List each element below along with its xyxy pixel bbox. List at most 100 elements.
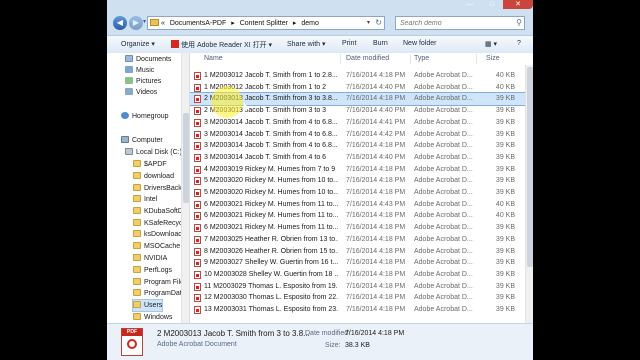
search-box[interactable]: ⚲ xyxy=(395,16,525,30)
refresh-icon[interactable]: ↻ xyxy=(375,18,382,27)
file-row[interactable]: 6 M2003021 Rickey M. Humes from 11 to...… xyxy=(190,222,533,234)
file-row[interactable]: 6 M2003021 Rickey M. Humes from 11 to...… xyxy=(190,210,533,222)
file-row[interactable]: 13 M2003031 Thomas L. Esposito from 23..… xyxy=(190,304,533,316)
breadcrumb-item[interactable]: Content Splitter xyxy=(240,20,288,27)
sidebar-item[interactable]: Windows xyxy=(133,312,172,323)
file-name: 7 M2003025 Heather R. Obrien from 13 to.… xyxy=(204,235,338,243)
new-folder-button[interactable]: New folder xyxy=(403,40,436,47)
search-input[interactable] xyxy=(398,17,510,29)
sidebar-item[interactable]: PerfLogs xyxy=(133,265,172,276)
column-header-date[interactable]: Date modified xyxy=(346,53,389,65)
navigation-pane-scrollbar[interactable] xyxy=(181,53,189,323)
scrollbar-thumb[interactable] xyxy=(183,113,189,203)
sidebar-item[interactable]: KDubaSoftDo xyxy=(133,206,187,217)
sidebar-item-label: ProgramData xyxy=(144,290,186,297)
file-row[interactable]: 5 M2003020 Rickey M. Humes from 10 to...… xyxy=(190,187,533,199)
breadcrumb-separator[interactable]: ▸ xyxy=(293,20,297,27)
print-button[interactable]: Print xyxy=(342,40,356,47)
file-row[interactable]: 1 M2003012 Jacob T. Smith from 1 to 2 7/1… xyxy=(190,82,533,94)
breadcrumb-item[interactable]: demo xyxy=(301,20,319,27)
file-row[interactable]: 8 M2003026 Heather R. Obrien from 15 to.… xyxy=(190,246,533,258)
sidebar-item[interactable]: Pictures xyxy=(125,76,161,87)
file-date-modified: 7/16/2014 4:43 PM xyxy=(346,200,406,208)
forward-button[interactable]: ▶ xyxy=(129,16,143,30)
file-row[interactable]: 1 M2003012 Jacob T. Smith from 1 to 2.8.… xyxy=(190,70,533,82)
burn-button[interactable]: Burn xyxy=(373,40,388,47)
file-row[interactable]: 12 M2003030 Thomas L. Esposito from 22..… xyxy=(190,292,533,304)
file-row[interactable]: 10 M2003028 Shelley W. Guertin from 18 .… xyxy=(190,269,533,281)
column-divider[interactable] xyxy=(476,54,477,64)
file-row[interactable]: 3 M2003014 Jacob T. Smith from 4 to 6.8.… xyxy=(190,140,533,152)
sidebar-item[interactable]: download xyxy=(133,171,174,182)
sidebar-item[interactable]: NVIDIA xyxy=(133,253,167,264)
details-date-value: 7/16/2014 4:18 PM xyxy=(345,330,405,337)
breadcrumb-item[interactable]: DocumentsA-PDF xyxy=(170,20,226,27)
sidebar-item[interactable]: Intel xyxy=(133,194,157,205)
open-with-button[interactable]: 使用 Adobe Reader XI 打开 ▾ xyxy=(171,40,272,50)
organize-button[interactable]: Organize ▾ xyxy=(121,40,155,48)
close-button[interactable]: ✕ xyxy=(503,0,533,9)
main-pane: Documents Music Pictures Videos Homegroup Com… xyxy=(107,53,533,323)
sidebar-item[interactable]: Computer xyxy=(121,135,163,146)
column-divider[interactable] xyxy=(410,54,411,64)
breadcrumb-separator[interactable]: ▸ xyxy=(231,20,235,27)
sidebar-item[interactable]: Program File xyxy=(133,277,184,288)
pdf-icon xyxy=(194,306,201,314)
sidebar-item[interactable]: MSOCache xyxy=(133,241,180,252)
file-size: 40 KB xyxy=(495,83,515,91)
sidebar-item[interactable]: Users xyxy=(131,299,164,312)
folder-icon xyxy=(133,254,141,261)
file-row[interactable]: 11 M2003029 Thomas L. Esposito from 19..… xyxy=(190,281,533,293)
column-header-type[interactable]: Type xyxy=(414,53,429,65)
sidebar-item[interactable]: Music xyxy=(125,65,154,76)
file-row[interactable]: 4 M2003019 Rickey M. Humes from 7 to 9 7/… xyxy=(190,164,533,176)
sidebar-item[interactable]: KSafeRecycle xyxy=(133,218,188,229)
file-row[interactable]: 3 M2003014 Jacob T. Smith from 4 to 6.8.… xyxy=(190,117,533,129)
file-list-scrollbar[interactable] xyxy=(525,65,533,323)
breadcrumb-overflow[interactable]: « xyxy=(161,20,165,27)
sidebar-item-label: NVIDIA xyxy=(144,255,168,262)
file-type: Adobe Acrobat D... xyxy=(414,165,473,173)
file-name: 3 M2003014 Jacob T. Smith from 4 to 6.8.… xyxy=(204,118,338,126)
file-row[interactable]: 3 M2003014 Jacob T. Smith from 4 to 6 7/1… xyxy=(190,152,533,164)
share-with-button[interactable]: Share with ▾ xyxy=(287,40,326,48)
disk-icon xyxy=(125,148,133,155)
recent-pages-button[interactable]: ▾ xyxy=(143,18,146,25)
sidebar-item[interactable]: ProgramData xyxy=(133,288,186,299)
sidebar-item[interactable]: Homegroup xyxy=(121,111,169,122)
file-type: Adobe Acrobat D... xyxy=(414,83,473,91)
sidebar-item[interactable]: ksDownload xyxy=(133,229,182,240)
file-row[interactable]: 3 M2003014 Jacob T. Smith from 4 to 6.8.… xyxy=(190,129,533,141)
search-icon[interactable]: ⚲ xyxy=(516,18,522,27)
file-date-modified: 7/16/2014 4:18 PM xyxy=(346,306,406,313)
address-bar[interactable]: « DocumentsA-PDF ▸ Content Splitter ▸ de… xyxy=(147,16,385,30)
file-name: 13 M2003031 Thomas L. Esposito from 23..… xyxy=(204,306,338,313)
column-header-name[interactable]: Name xyxy=(204,53,223,65)
scrollbar-thumb[interactable] xyxy=(527,67,533,267)
file-row[interactable]: 5 M2003020 Rickey M. Humes from 10 to...… xyxy=(190,175,533,187)
pdf-icon xyxy=(194,142,201,151)
file-date-modified: 7/16/2014 4:18 PM xyxy=(346,189,406,196)
help-button[interactable]: ? xyxy=(517,40,521,47)
maximize-button[interactable]: □ xyxy=(481,0,503,9)
file-row[interactable]: 9 M2003027 Shelley W. Guertin from 16 t.… xyxy=(190,257,533,269)
folder-icon xyxy=(133,160,141,167)
sidebar-item[interactable]: Documents xyxy=(125,54,171,65)
file-date-modified: 7/16/2014 4:41 PM xyxy=(346,118,406,126)
file-row[interactable]: 7 M2003025 Heather R. Obrien from 13 to.… xyxy=(190,234,533,246)
file-type: Adobe Acrobat D... xyxy=(414,118,473,126)
folder-icon xyxy=(133,278,141,285)
sidebar-item[interactable]: $APDF xyxy=(133,159,167,170)
file-date-modified: 7/16/2014 4:18 PM xyxy=(346,294,406,302)
view-options-button[interactable]: ▦ ▾ xyxy=(485,40,497,48)
minimize-button[interactable]: — xyxy=(459,0,481,9)
sidebar-item[interactable]: Local Disk (C:) xyxy=(125,147,182,158)
file-row[interactable]: 6 M2003021 Rickey M. Humes from 11 to...… xyxy=(190,199,533,211)
address-dropdown-icon[interactable]: ▾ xyxy=(367,19,370,26)
column-divider[interactable] xyxy=(340,54,341,64)
column-header-size[interactable]: Size xyxy=(486,53,500,65)
sidebar-item[interactable]: DriversBacku xyxy=(133,183,186,194)
back-button[interactable]: ◀ xyxy=(113,16,127,30)
file-date-modified: 7/16/2014 4:42 PM xyxy=(346,130,406,138)
sidebar-item[interactable]: Videos xyxy=(125,87,157,98)
